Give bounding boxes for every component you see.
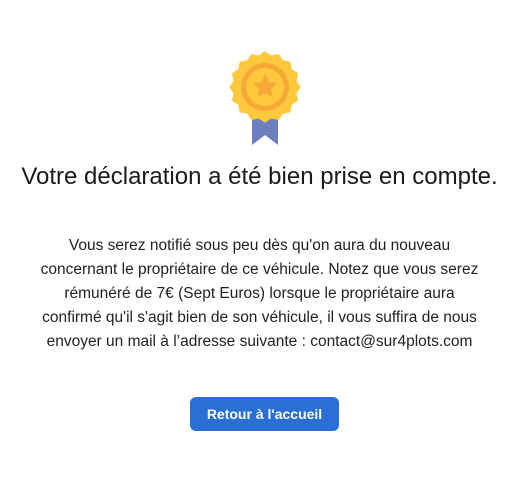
confirmation-message: Vous serez notifié sous peu dès qu'on au… [40, 237, 479, 350]
page-title: Votre déclaration a été bien prise en co… [21, 163, 498, 190]
back-home-button[interactable]: Retour à l'accueil [190, 397, 339, 431]
award-ribbon-star-icon [229, 51, 301, 145]
confirmation-page: Votre déclaration a été bien prise en co… [0, 0, 519, 490]
